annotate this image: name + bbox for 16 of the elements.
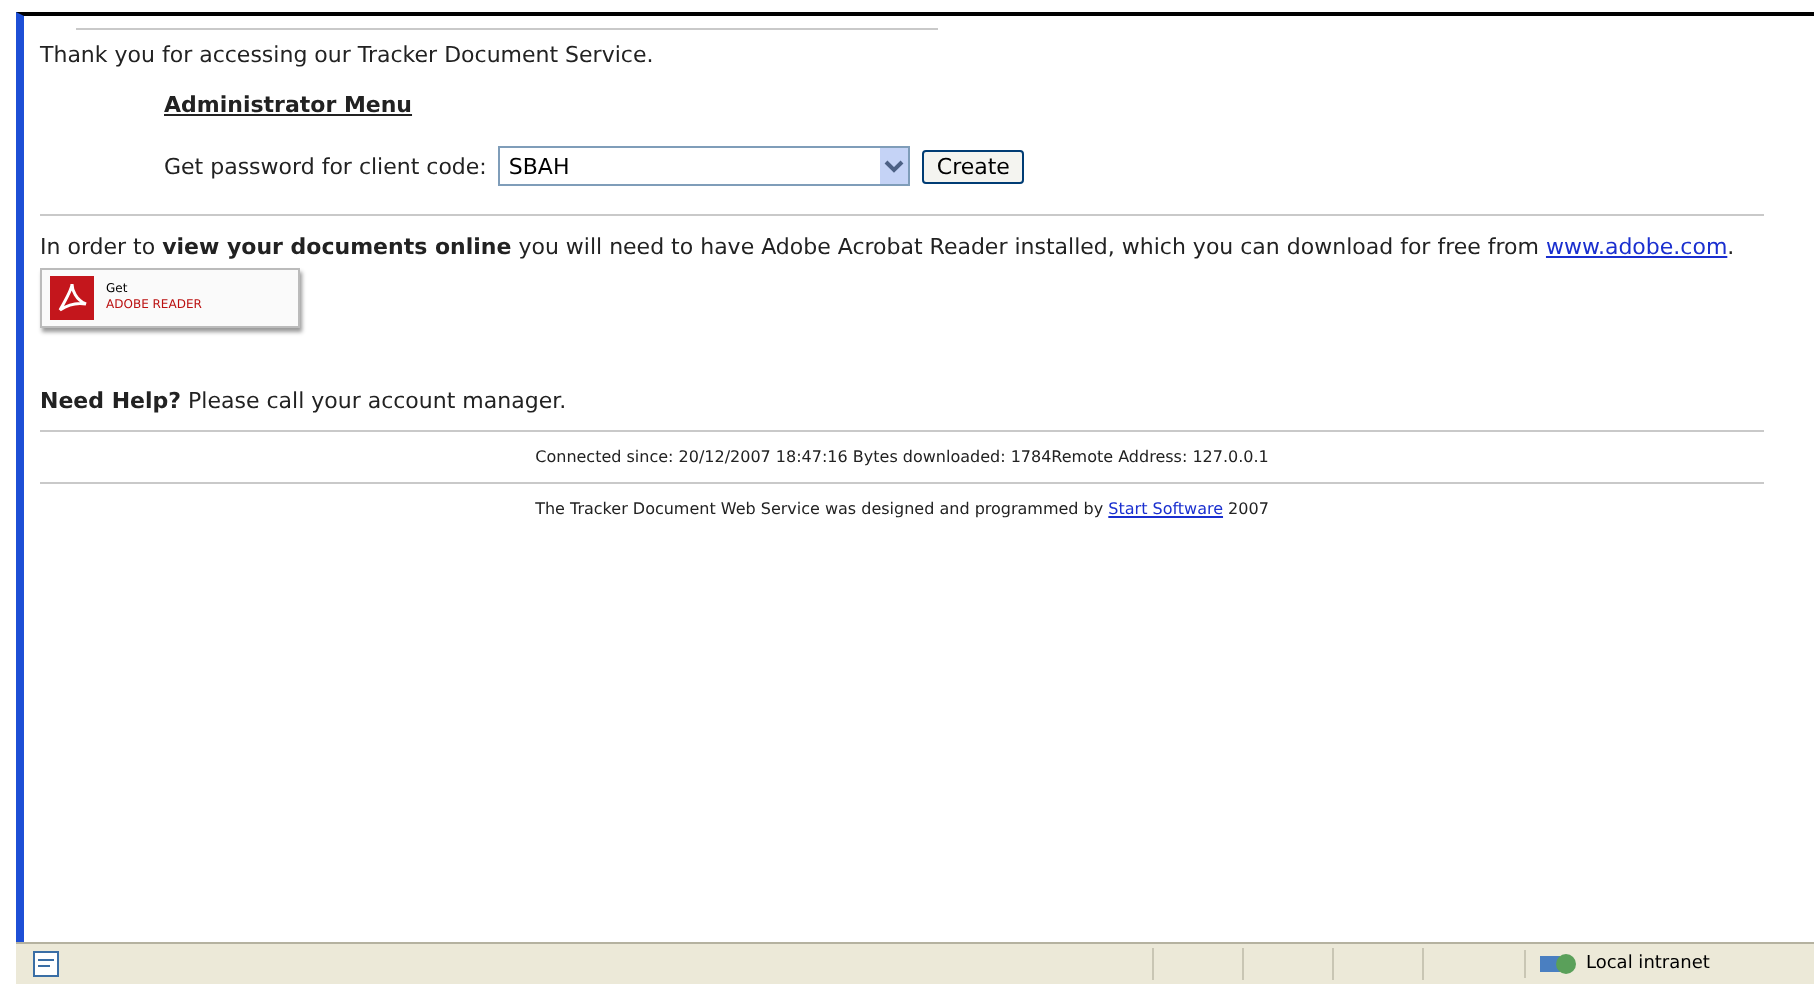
caret-icon <box>880 148 909 184</box>
client-code-label: Get password for client code: <box>164 153 487 179</box>
pdf-logo-icon <box>50 276 94 320</box>
adobe-link[interactable]: www.adobe.com <box>1545 234 1728 260</box>
zone-text: Local intranet <box>1586 954 1710 974</box>
reader-notice-text: In order to view your documents online you will need to have Adobe Acrobat Reader installed, which you can download for free from www.adobe.com. <box>40 232 1737 264</box>
page-icon <box>32 950 60 978</box>
intranet-icon <box>1538 950 1578 978</box>
help-text: Need Help? Please call your account manager. <box>40 388 569 414</box>
start-software-link[interactable]: Start Software <box>1108 500 1224 518</box>
create-button[interactable]: Create <box>922 149 1024 183</box>
welcome-text: Thank you for accessing our Tracker Document Service. <box>40 42 656 68</box>
admin-menu-heading: Administrator Menu <box>164 92 415 118</box>
connection-info: Connected since: 20/12/2007 18:47:16 Bytes downloaded: 1784Remote Address: 127.0.0.1 <box>533 448 1271 466</box>
credit-text: The Tracker Document Web Service was designed and programmed by Start Software 2007 <box>533 500 1271 518</box>
client-code-dropdown[interactable]: SBAH <box>498 146 911 186</box>
